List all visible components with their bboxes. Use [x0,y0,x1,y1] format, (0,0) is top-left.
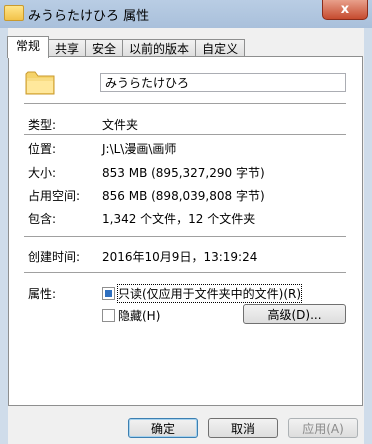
created-value: 2016年10月9日，13:19:24 [102,250,258,264]
location-label: 位置: [28,142,57,156]
properties-window: みうらたけひろ 属性 x 常规 共享 安全 以前的版本 自定义 类型: 文件夹 … [0,0,372,444]
location-value: J:\L\漫画\画师 [102,142,177,156]
size-label: 大小: [28,166,57,180]
divider [24,134,346,136]
contains-value: 1,342 个文件，12 个文件夹 [102,212,256,226]
readonly-label[interactable]: 只读(仅应用于文件夹中的文件)(R) [116,284,303,303]
hidden-label[interactable]: 隐藏(H) [118,307,160,324]
cancel-button[interactable]: 取消 [208,418,278,438]
disk-size-value: 856 MB (898,039,808 字节) [102,189,265,203]
type-value: 文件夹 [102,118,139,132]
hidden-checkbox[interactable] [102,309,115,322]
folder-icon [4,5,24,21]
ok-button[interactable]: 确定 [128,418,198,438]
divider [24,236,346,238]
advanced-button[interactable]: 高级(D)... [243,304,346,324]
size-value: 853 MB (895,327,290 字节) [102,166,265,180]
tab-strip: 常规 共享 安全 以前的版本 自定义 [7,36,246,58]
tab-general[interactable]: 常规 [7,36,50,58]
created-label: 创建时间: [28,250,81,264]
contains-label: 包含: [28,212,57,226]
type-label: 类型: [28,118,57,132]
apply-button[interactable]: 应用(A) [288,418,358,438]
disk-size-label: 占用空间: [28,189,81,203]
general-panel [8,56,363,406]
folder-name-input[interactable] [100,73,346,92]
readonly-checkbox[interactable] [102,287,115,300]
divider [24,272,346,274]
title-bar[interactable]: みうらたけひろ 属性 x [0,0,372,28]
attributes-label: 属性: [28,287,57,301]
window-title: みうらたけひろ 属性 [28,9,150,24]
large-folder-icon [25,71,55,95]
divider [24,103,346,105]
close-button[interactable]: x [322,0,368,20]
